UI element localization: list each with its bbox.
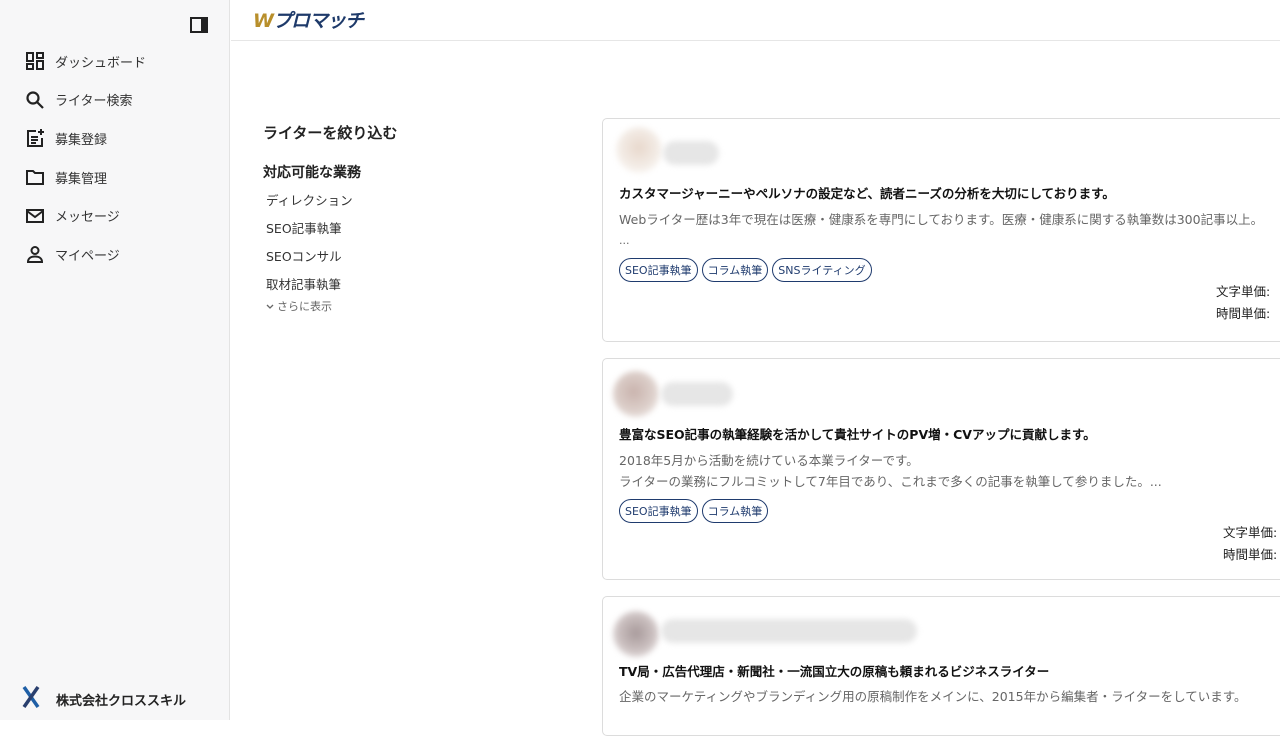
price-info: 文字単価: 時間単価: — [1216, 281, 1270, 324]
tag-sns-writing[interactable]: SNSライティング — [772, 258, 872, 282]
card-description: 企業のマーケティングやブランディング用の原稿制作をメインに、2015年から編集者… — [619, 689, 1247, 704]
company-name: 株式会社クロススキル — [56, 693, 187, 709]
dashboard-icon — [24, 50, 46, 72]
sidebar-item-label: 募集管理 — [55, 171, 108, 187]
top-bar: Wプロマッチ — [231, 0, 1280, 41]
filter-title: ライターを絞り込む — [263, 124, 398, 142]
show-more-link[interactable]: さらに表示 — [266, 298, 397, 314]
search-icon — [24, 89, 46, 111]
sidebar-item-recruit-manage[interactable]: 募集管理 — [0, 158, 230, 197]
filter-option-direction[interactable]: ディレクション — [266, 192, 397, 220]
filter-option-seo-consulting[interactable]: SEOコンサル — [266, 248, 397, 276]
price-per-char: 文字単価: — [1216, 284, 1271, 299]
tag-list: SEO記事執筆 コラム執筆 SNSライティング — [619, 258, 872, 282]
sidebar-toggle-icon[interactable] — [190, 17, 208, 33]
tag-seo-writing[interactable]: SEO記事執筆 — [619, 499, 698, 523]
sidebar-item-writer-search[interactable]: ライター検索 — [0, 81, 230, 120]
writer-card[interactable]: 豊富なSEO記事の執筆経験を活かして貴社サイトのPV増・CVアップに貢献します。… — [602, 358, 1280, 580]
sidebar-item-label: 募集登録 — [55, 132, 108, 148]
avatar — [616, 127, 662, 173]
card-title: TV局・広告代理店・新聞社・一流国立大の原稿も頼まれるビジネスライター — [619, 664, 1050, 679]
sidebar-nav: ダッシュボード ライター検索 募集登録 募集管理 メッセージ マイページ — [0, 42, 230, 274]
sidebar: ダッシュボード ライター検索 募集登録 募集管理 メッセージ マイページ 株式会… — [0, 0, 230, 720]
sidebar-item-label: メッセージ — [55, 210, 120, 226]
tag-seo-writing[interactable]: SEO記事執筆 — [619, 258, 698, 282]
folder-icon — [24, 166, 46, 188]
sidebar-item-label: ダッシュボード — [55, 55, 147, 71]
mail-icon — [24, 205, 46, 227]
writer-card[interactable]: TV局・広告代理店・新聞社・一流国立大の原稿も頼まれるビジネスライター 企業のマ… — [602, 596, 1280, 736]
avatar — [613, 371, 659, 417]
tag-column-writing[interactable]: コラム執筆 — [701, 258, 769, 282]
sidebar-item-mypage[interactable]: マイページ — [0, 235, 230, 274]
company-logo-icon — [22, 685, 40, 712]
chevron-down-icon — [266, 300, 274, 313]
writer-name-blurred — [661, 619, 917, 643]
writer-card[interactable]: カスタマージャーニーやペルソナの設定など、読者ニーズの分析を大切にしております。… — [602, 118, 1280, 342]
sidebar-item-recruit-register[interactable]: 募集登録 — [0, 119, 230, 158]
filter-panel: ライターを絞り込む 対応可能な業務 ディレクション SEO記事執筆 SEOコンサ… — [263, 122, 397, 314]
sidebar-item-label: マイページ — [55, 248, 120, 264]
writer-name-blurred — [661, 382, 733, 406]
company-info: 株式会社クロススキル — [22, 685, 187, 712]
scrollbar[interactable] — [1270, 41, 1280, 720]
sidebar-item-dashboard[interactable]: ダッシュボード — [0, 42, 230, 81]
post-add-icon — [24, 127, 46, 149]
tag-list: SEO記事執筆 コラム執筆 — [619, 499, 769, 523]
filter-section-title: 対応可能な業務 — [263, 165, 361, 181]
price-per-hour: 時間単価: — [1216, 305, 1271, 321]
filter-option-seo-writing[interactable]: SEO記事執筆 — [266, 220, 397, 248]
card-description: 2018年5月から活動を続けている本業ライターです。 ライターの業務にフルコミッ… — [619, 453, 1162, 489]
writer-name-blurred — [663, 141, 719, 165]
app-logo[interactable]: Wプロマッチ — [253, 6, 364, 33]
card-title: カスタマージャーニーやペルソナの設定など、読者ニーズの分析を大切にしております。 — [619, 186, 1115, 201]
card-description: Webライター歴は3年で現在は医療・健康系を専門にしております。医療・健康系に関… — [619, 212, 1264, 247]
card-title: 豊富なSEO記事の執筆経験を活かして貴社サイトのPV増・CVアップに貢献します。 — [619, 427, 1096, 442]
tag-column-writing[interactable]: コラム執筆 — [701, 499, 769, 523]
avatar — [613, 611, 659, 657]
sidebar-item-messages[interactable]: メッセージ — [0, 196, 230, 235]
sidebar-item-label: ライター検索 — [55, 94, 133, 110]
person-icon — [24, 243, 46, 265]
